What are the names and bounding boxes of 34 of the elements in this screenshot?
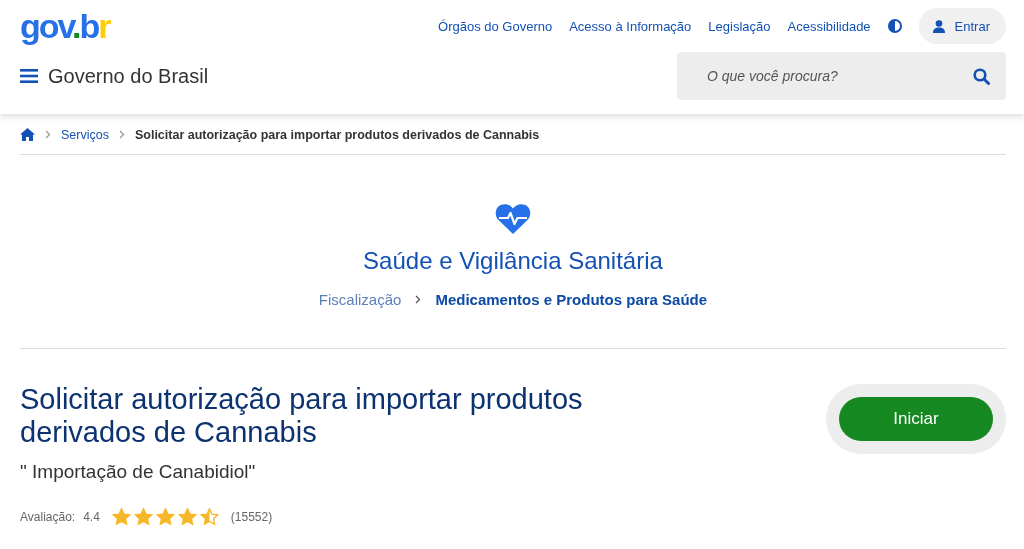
start-button[interactable]: Iniciar bbox=[839, 397, 993, 441]
chevron-icon bbox=[118, 130, 125, 139]
contrast-icon[interactable] bbox=[887, 19, 902, 33]
search-input[interactable]: O que você procura? bbox=[705, 67, 945, 85]
star-icon bbox=[111, 507, 131, 526]
heart-pulse-icon bbox=[495, 203, 531, 235]
user-icon bbox=[932, 19, 945, 33]
menu-icon[interactable] bbox=[20, 68, 38, 84]
star-icon bbox=[177, 507, 197, 526]
chevron-icon bbox=[415, 295, 422, 304]
chevron-icon bbox=[45, 130, 51, 139]
category-link[interactable]: Fiscalização bbox=[318, 291, 402, 308]
half-star-icon bbox=[199, 507, 219, 526]
search-icon[interactable] bbox=[973, 67, 990, 85]
breadcrumb-link[interactable]: Serviços bbox=[61, 127, 109, 142]
breadcrumb-link[interactable]: Solicitar autorização para importar produtos derivados de Cannabis bbox=[134, 127, 540, 142]
service-subtitle: " Importação de Canabidiol" bbox=[20, 461, 257, 483]
logo[interactable]: gov.br bbox=[20, 6, 110, 46]
search-field[interactable]: O que você procura? bbox=[677, 52, 1006, 100]
service-title: Solicitar autorização para importar produtos derivados de Cannabis bbox=[20, 383, 584, 449]
star-icon bbox=[133, 507, 153, 526]
login-button[interactable]: Entrar bbox=[918, 8, 1006, 44]
home-icon[interactable] bbox=[20, 128, 35, 141]
star-icon bbox=[155, 507, 175, 526]
nav-link[interactable]: Acessibilidade bbox=[787, 18, 871, 34]
site-title: Governo do Brasil bbox=[48, 64, 209, 88]
category-link[interactable]: Medicamentos e Produtos para Saúde bbox=[435, 291, 708, 308]
rating-label: Avaliação: bbox=[20, 509, 76, 524]
nav-link[interactable]: Acesso à Informação bbox=[569, 18, 692, 34]
vote-count: (15552) bbox=[230, 509, 273, 524]
nav-link[interactable]: Legislação bbox=[708, 18, 771, 34]
rating-value: 4.4 bbox=[83, 509, 100, 524]
nav-link[interactable]: Órgãos do Governo bbox=[438, 18, 553, 34]
category-title: Saúde e Vigilância Sanitária bbox=[363, 247, 663, 275]
